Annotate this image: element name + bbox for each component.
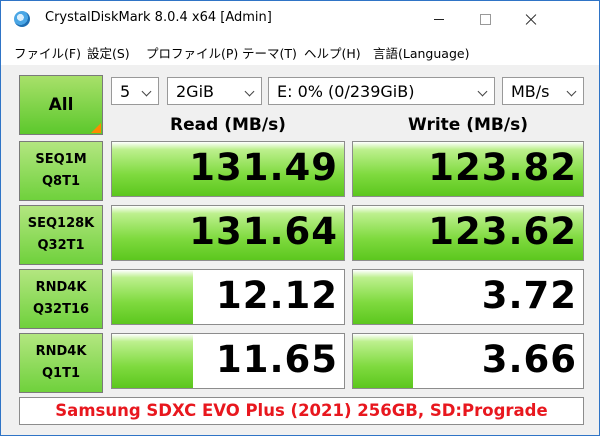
menu-profile[interactable]: プロファイル(P): [146, 43, 238, 62]
read-progress-bar: [112, 334, 194, 388]
test-name: RND4K: [35, 344, 87, 359]
corner-indicator-icon: [91, 123, 101, 133]
write-result-cell: 123.62: [352, 205, 584, 261]
unit-value: MB/s: [511, 82, 550, 101]
menu-language[interactable]: 言語(Language): [373, 43, 469, 62]
chevron-down-icon: [568, 88, 575, 95]
window-title: CrystalDiskMark 8.0.4 x64 [Admin]: [45, 10, 272, 25]
write-header: Write (MB/s): [408, 115, 528, 135]
app-disk-icon: [14, 11, 30, 27]
close-icon[interactable]: [508, 1, 554, 37]
menu-file[interactable]: ファイル(F): [14, 43, 81, 62]
test-params: Q1T1: [41, 366, 80, 381]
menu-help[interactable]: ヘルプ(H): [304, 43, 361, 62]
test-count-value: 5: [120, 82, 131, 101]
write-result-cell: 3.72: [352, 269, 584, 325]
read-result-cell: 11.65: [111, 333, 345, 389]
all-button-label: All: [48, 95, 74, 115]
drive-select[interactable]: E: 0% (0/239GiB): [268, 77, 495, 105]
app-window: CrystalDiskMark 8.0.4 x64 [Admin] ファイル(F…: [0, 0, 600, 436]
test-params: Q32T16: [32, 302, 90, 317]
menu-theme[interactable]: テーマ(T): [242, 43, 297, 62]
test-name: RND4K: [35, 280, 87, 295]
write-result-cell: 3.66: [352, 333, 584, 389]
rnd4k-q32t16-button[interactable]: RND4K Q32T16: [19, 269, 103, 329]
read-result-value: 12.12: [215, 274, 338, 317]
write-result-value: 3.66: [481, 338, 577, 381]
write-progress-bar: [353, 334, 413, 388]
chevron-down-icon: [246, 88, 253, 95]
write-result-value: 123.82: [428, 146, 577, 189]
read-header: Read (MB/s): [170, 115, 286, 135]
read-result-value: 131.64: [189, 210, 338, 253]
test-size-value: 2GiB: [176, 82, 214, 101]
menu-settings[interactable]: 設定(S): [87, 43, 130, 62]
read-result-cell: 131.49: [111, 141, 345, 197]
menu-bar: ファイル(F) 設定(S) プロファイル(P) テーマ(T) ヘルプ(H) 言語…: [1, 37, 599, 65]
comment-field[interactable]: Samsung SDXC EVO Plus (2021) 256GB, SD:P…: [19, 397, 584, 425]
write-progress-bar: [353, 270, 413, 324]
test-params: Q8T1: [41, 174, 80, 189]
read-progress-bar: [112, 270, 194, 324]
test-count-select[interactable]: 5: [111, 77, 159, 105]
test-size-select[interactable]: 2GiB: [167, 77, 262, 105]
read-result-value: 11.65: [215, 338, 338, 381]
minimize-icon[interactable]: [416, 1, 462, 37]
chevron-down-icon: [143, 88, 150, 95]
read-result-cell: 131.64: [111, 205, 345, 261]
chevron-down-icon: [479, 88, 486, 95]
test-name: SEQ128K: [27, 216, 95, 231]
write-result-cell: 123.82: [352, 141, 584, 197]
seq1m-q8t1-button[interactable]: SEQ1M Q8T1: [19, 141, 103, 201]
all-button[interactable]: All: [19, 75, 103, 135]
read-result-value: 131.49: [189, 146, 338, 189]
title-bar: CrystalDiskMark 8.0.4 x64 [Admin]: [1, 1, 599, 37]
write-result-value: 3.72: [481, 274, 577, 317]
read-result-cell: 12.12: [111, 269, 345, 325]
seq128k-q32t1-button[interactable]: SEQ128K Q32T1: [19, 205, 103, 265]
test-params: Q32T1: [37, 238, 85, 253]
test-name: SEQ1M: [35, 152, 87, 167]
rnd4k-q1t1-button[interactable]: RND4K Q1T1: [19, 333, 103, 393]
write-result-value: 123.62: [428, 210, 577, 253]
unit-select[interactable]: MB/s: [502, 77, 584, 105]
drive-value: E: 0% (0/239GiB): [277, 82, 415, 101]
maximize-icon[interactable]: [462, 1, 508, 37]
